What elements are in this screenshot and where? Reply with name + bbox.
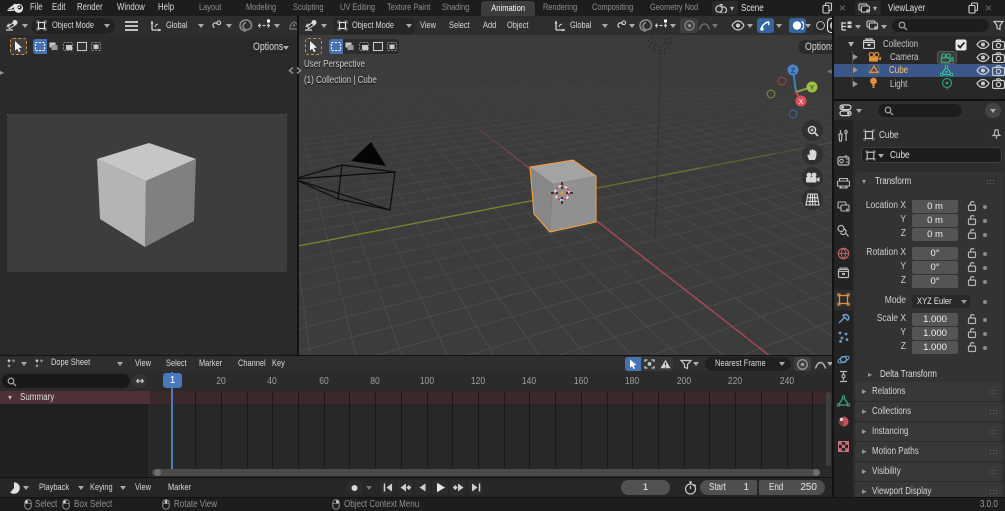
svg-text:X: X: [799, 99, 804, 106]
svg-text:Y: Y: [810, 85, 815, 92]
svg-text:Z: Z: [791, 68, 796, 75]
